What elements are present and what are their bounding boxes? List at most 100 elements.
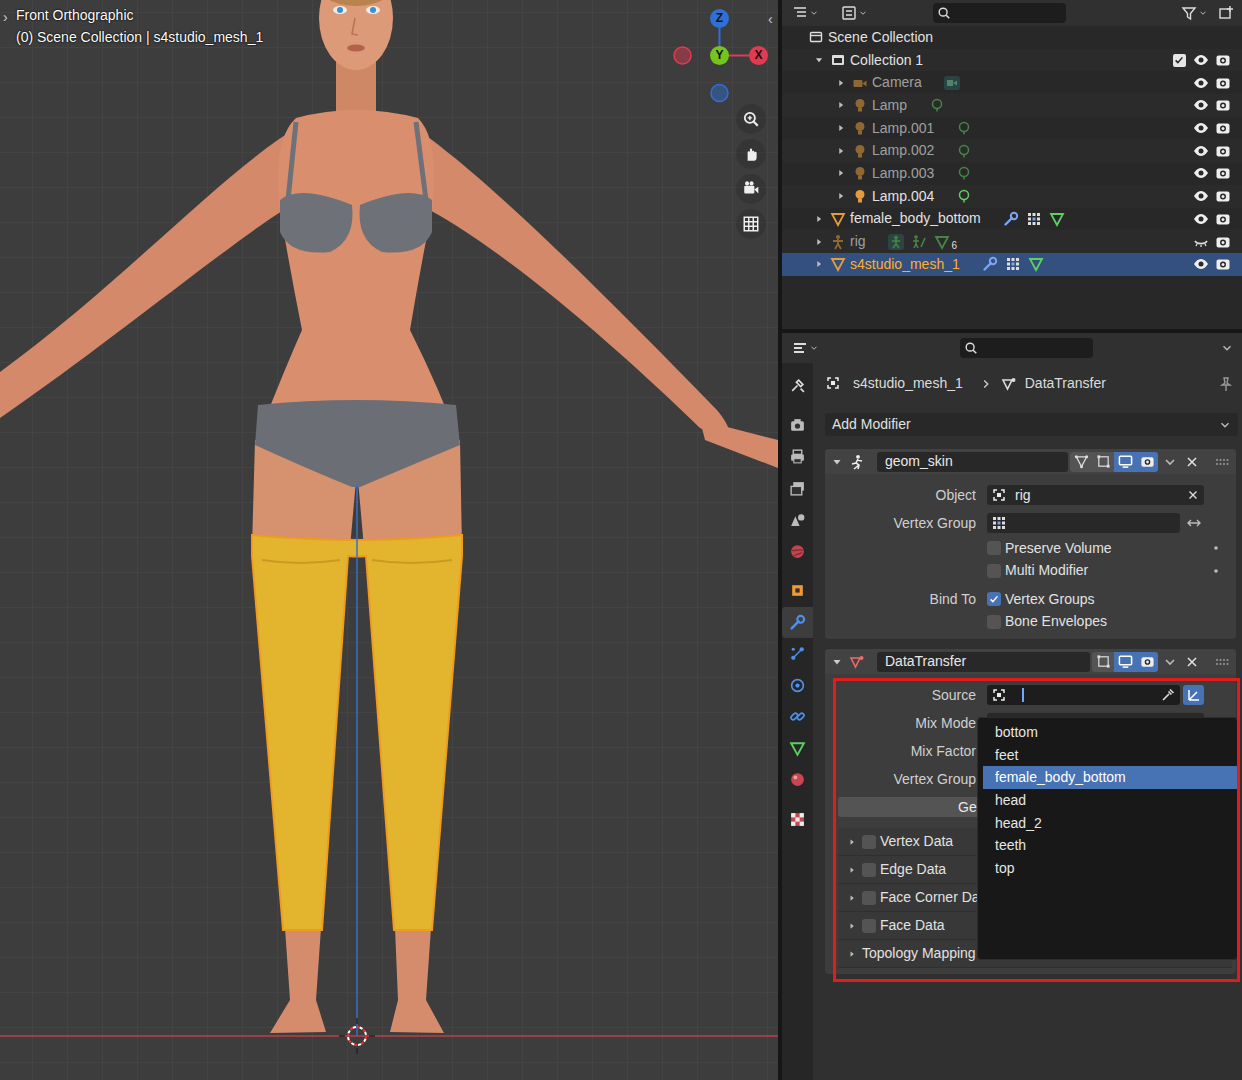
outliner-item[interactable]: Lamp.004: [872, 188, 934, 205]
expand-arrow[interactable]: [830, 188, 852, 204]
outliner-row[interactable]: female_body_bottom: [782, 208, 1242, 231]
filter-button[interactable]: [1181, 5, 1208, 21]
modifier-name-field[interactable]: DataTransfer: [877, 652, 1090, 672]
collapse-arrow[interactable]: [829, 654, 845, 670]
grid-button[interactable]: [736, 209, 766, 239]
properties-editor[interactable]: s4studio_mesh_1DataTransferAdd Modifierg…: [782, 333, 1242, 1080]
add-modifier-menu[interactable]: Add Modifier: [825, 413, 1238, 436]
modifier-menu[interactable]: [1162, 454, 1178, 470]
outliner-item[interactable]: Lamp: [872, 97, 907, 114]
remove-button[interactable]: [1184, 654, 1200, 670]
modifier-panel[interactable]: geom_skinObjectrigVertex GroupPreserve V…: [825, 449, 1236, 639]
outliner-row[interactable]: Lamp: [782, 94, 1242, 117]
property-tab[interactable]: [782, 536, 813, 568]
search-field[interactable]: [933, 3, 1066, 23]
pan-button[interactable]: [736, 139, 766, 169]
property-tab[interactable]: [782, 441, 813, 473]
realtime-toggle[interactable]: [1114, 452, 1136, 472]
outliner-item[interactable]: Lamp.001: [872, 120, 934, 137]
menu-item[interactable]: top: [983, 857, 1237, 880]
visibility-toggle[interactable]: [1190, 188, 1212, 204]
outliner-row[interactable]: Scene Collection: [782, 26, 1242, 49]
render-toggle[interactable]: [1212, 165, 1234, 181]
render-toggle[interactable]: [1212, 211, 1234, 227]
render-toggle[interactable]: [1212, 52, 1234, 68]
expand-arrow[interactable]: [846, 948, 858, 960]
outliner-row[interactable]: Lamp.004: [782, 185, 1242, 208]
expand-arrow[interactable]: [808, 256, 830, 272]
render-toggle[interactable]: [1136, 652, 1158, 672]
property-tab[interactable]: [782, 638, 813, 670]
outliner-row[interactable]: rig6: [782, 230, 1242, 253]
property-tab[interactable]: [782, 764, 813, 796]
object-field[interactable]: [987, 685, 1180, 705]
zoom-button[interactable]: [736, 104, 766, 134]
navigation-gizmo[interactable]: ZYX: [670, 6, 770, 106]
render-toggle[interactable]: [1212, 120, 1234, 136]
visibility-toggle[interactable]: [1190, 234, 1212, 250]
pin-button[interactable]: [1218, 374, 1234, 391]
subpanel-checkbox[interactable]: [862, 891, 876, 905]
search-field[interactable]: [960, 338, 1093, 358]
checkbox-label[interactable]: Multi Modifier: [1005, 562, 1088, 579]
outliner[interactable]: Scene Collection Collection 1 Camera Lamp La…: [782, 0, 1242, 329]
menu-item[interactable]: head_2: [983, 812, 1237, 835]
remove-button[interactable]: [1184, 454, 1200, 470]
outliner-item[interactable]: Camera: [872, 74, 922, 91]
character-model[interactable]: [0, 0, 778, 1080]
outliner-row[interactable]: Lamp.003: [782, 162, 1242, 185]
property-tab[interactable]: [782, 733, 813, 765]
subpanel-checkbox[interactable]: [862, 835, 876, 849]
visibility-toggle[interactable]: [1190, 52, 1212, 68]
expand-arrow[interactable]: [808, 211, 830, 227]
vertex-group-field[interactable]: [987, 513, 1180, 533]
subpanel-checkbox[interactable]: [862, 863, 876, 877]
axis-ball[interactable]: Z: [710, 9, 729, 28]
outliner-item[interactable]: Lamp.002: [872, 142, 934, 159]
visibility-toggle[interactable]: [1190, 75, 1212, 91]
editmode-toggle[interactable]: [1092, 452, 1114, 472]
outliner-item[interactable]: Lamp.003: [872, 165, 934, 182]
editor-type-button[interactable]: [792, 340, 819, 356]
invert-toggle[interactable]: [1183, 513, 1204, 533]
outliner-row[interactable]: Lamp.001: [782, 117, 1242, 140]
subpanel-title[interactable]: Topology Mapping: [862, 945, 976, 962]
subpanel-title[interactable]: Vertex Data: [880, 833, 953, 850]
collection-name[interactable]: Collection 1: [850, 52, 923, 69]
checkbox-label[interactable]: Vertex Groups: [1005, 591, 1095, 608]
eyedropper-button[interactable]: [1160, 687, 1176, 703]
subpanel-checkbox[interactable]: [862, 919, 876, 933]
expand-arrow[interactable]: [830, 120, 852, 136]
visibility-toggle[interactable]: [1190, 165, 1212, 181]
checkbox[interactable]: [987, 564, 1001, 578]
modifier-name[interactable]: geom_skin: [885, 453, 953, 470]
new-collection-button[interactable]: [1218, 5, 1234, 21]
property-tab[interactable]: [782, 575, 813, 607]
render-toggle[interactable]: [1212, 234, 1234, 250]
drag-handle[interactable]: [1214, 654, 1230, 670]
expand-arrow[interactable]: [830, 165, 852, 181]
axis-ball[interactable]: X: [749, 46, 768, 65]
editor-type-button[interactable]: [792, 5, 819, 21]
collapse-arrow[interactable]: [808, 52, 830, 68]
outliner-item[interactable]: rig: [850, 233, 866, 250]
toolbar-toggle[interactable]: ›: [3, 9, 8, 26]
menu-item[interactable]: bottom: [983, 721, 1237, 744]
modifier-menu[interactable]: [1162, 654, 1178, 670]
checkbox[interactable]: [987, 615, 1001, 629]
visibility-toggle[interactable]: [1190, 143, 1212, 159]
exclude-checkbox[interactable]: [1173, 54, 1186, 67]
property-tab[interactable]: [782, 473, 813, 505]
expand-arrow[interactable]: [830, 97, 852, 113]
menu-item[interactable]: head: [983, 789, 1237, 812]
expand-arrow[interactable]: [830, 75, 852, 91]
visibility-toggle[interactable]: [1190, 211, 1212, 227]
object-field[interactable]: rig: [987, 485, 1204, 505]
menu-item[interactable]: female_body_bottom: [983, 766, 1237, 789]
property-tab[interactable]: [782, 504, 813, 536]
expand-arrow[interactable]: [808, 234, 830, 250]
camera-button[interactable]: [736, 174, 766, 204]
outliner-row[interactable]: Lamp.002: [782, 139, 1242, 162]
visibility-toggle[interactable]: [1190, 256, 1212, 272]
render-toggle[interactable]: [1212, 188, 1234, 204]
